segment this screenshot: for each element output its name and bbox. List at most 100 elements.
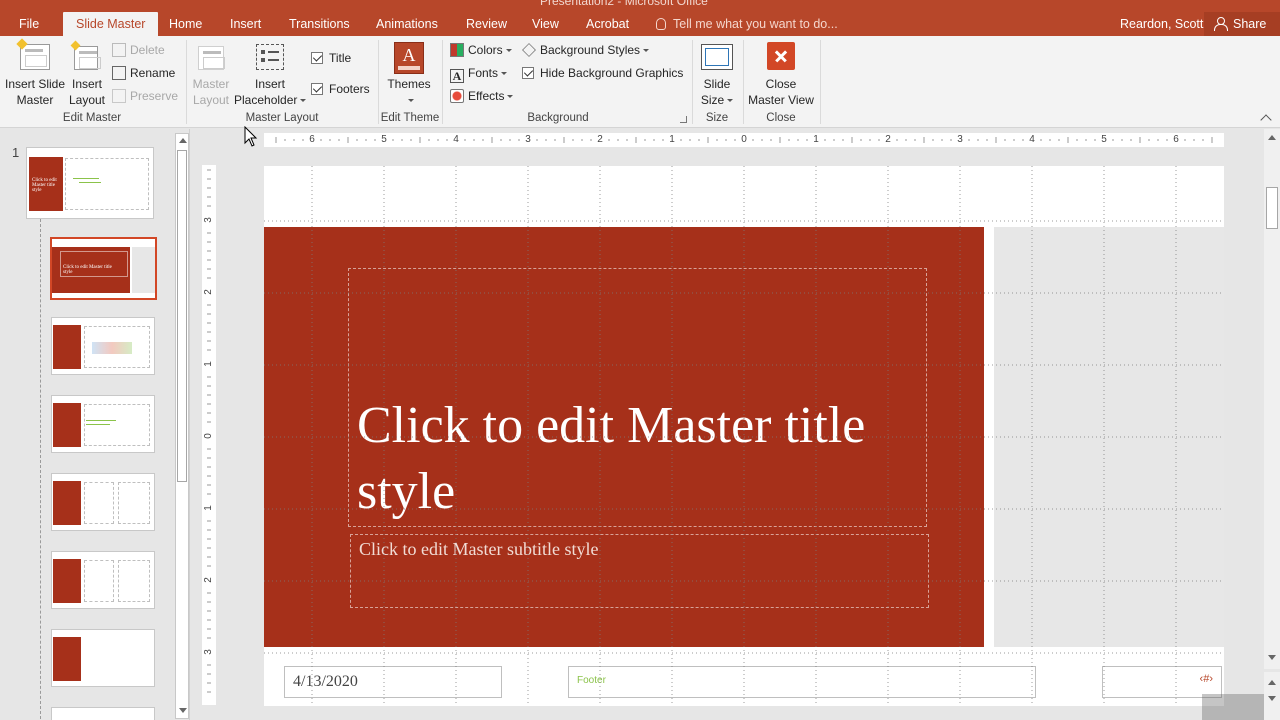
footer-text[interactable]: Footer (577, 675, 606, 686)
tab-review[interactable]: Review (466, 12, 507, 36)
ruler-label: 1 (203, 501, 215, 515)
ruler-label: 3 (203, 213, 215, 227)
tab-insert[interactable]: Insert (230, 12, 261, 36)
master-layout-icon (198, 46, 225, 70)
slide-subtitle[interactable]: Click to edit Master subtitle style (359, 539, 598, 560)
ruler-label: 3 (521, 133, 535, 147)
tab-acrobat[interactable]: Acrobat (586, 12, 629, 36)
insert-slide-master-button[interactable]: Insert Slide Master (4, 38, 66, 108)
ribbon: Insert Slide Master Insert Layout Delete… (0, 36, 1280, 128)
layout-thumbnail-title-slide[interactable]: Click to edit Master title style (50, 237, 157, 300)
effects-icon (450, 89, 464, 103)
effects-label: Effects (468, 89, 505, 103)
chevron-down-icon (643, 49, 650, 52)
slide-number-label: 1 (12, 145, 20, 160)
ruler-label: 6 (305, 133, 319, 147)
close-master-view-button[interactable]: Close Master View (746, 42, 816, 108)
colors-icon (450, 43, 464, 57)
person-icon (1214, 17, 1228, 31)
tab-home[interactable]: Home (169, 12, 202, 36)
themes-button[interactable]: A Themes (384, 42, 434, 108)
layout-thumbnail-6[interactable] (51, 551, 155, 609)
next-slide-icon[interactable] (1268, 696, 1276, 701)
thumbnail-scrollbar[interactable] (175, 133, 189, 719)
date-placeholder[interactable]: 4/13/2020 (284, 666, 502, 698)
footers-checkbox[interactable]: Footers (311, 80, 370, 98)
scrollbar-thumb[interactable] (177, 150, 187, 482)
scrollbar-thumb[interactable] (1266, 187, 1278, 229)
dialog-launcher-icon[interactable] (680, 116, 687, 123)
delete-button[interactable]: Delete (112, 41, 165, 59)
insert-placeholder-button[interactable]: Insert Placeholder (234, 42, 307, 108)
side-panel (994, 227, 1224, 647)
tell-me-box[interactable]: Tell me what you want to do... (656, 12, 838, 36)
preserve-button[interactable]: Preserve (112, 87, 178, 105)
group-master-layout-label: Master Layout (245, 112, 319, 124)
themes-label: Themes (387, 77, 431, 91)
subtitle-placeholder[interactable]: Click to edit Master subtitle style (350, 534, 929, 608)
colors-button[interactable]: Colors (450, 41, 512, 59)
background-styles-button[interactable]: Background Styles (522, 41, 650, 59)
slide-scrollbar[interactable] (1264, 129, 1280, 669)
ruler-label: 6 (1169, 133, 1183, 147)
tab-file[interactable]: File (19, 12, 39, 36)
tab-animations[interactable]: Animations (376, 12, 438, 36)
slide-size-label-1: Slide (703, 77, 731, 91)
title-checkbox-label: Title (329, 51, 352, 65)
user-name[interactable]: Reardon, Scott (1120, 12, 1203, 36)
insert-slide-master-label-1: Insert Slide (4, 77, 66, 91)
master-slide-thumbnail[interactable]: Click to edit Master title style (26, 147, 154, 219)
video-overlay-controls (1202, 694, 1264, 720)
slide-title[interactable]: Click to edit Master title style (357, 393, 917, 525)
master-layout-button[interactable]: Master Layout (188, 42, 234, 108)
scroll-down-icon[interactable] (179, 708, 187, 713)
prev-next-slide-buttons[interactable] (1264, 672, 1280, 720)
slide-size-button[interactable]: Slide Size (696, 42, 738, 108)
hide-background-graphics-checkbox[interactable]: Hide Background Graphics (522, 64, 683, 82)
insert-layout-button[interactable]: Insert Layout (66, 40, 108, 108)
mouse-pointer-icon (244, 126, 258, 147)
scroll-down-icon[interactable] (1268, 655, 1276, 660)
group-edit-master-label: Edit Master (62, 112, 122, 124)
title-placeholder[interactable]: Click to edit Master title style (348, 268, 927, 527)
effects-button[interactable]: Effects (450, 87, 514, 105)
horizontal-ruler: 6 5 4 3 2 1 0 1 2 3 4 5 6 (264, 133, 1224, 147)
scroll-up-icon[interactable] (179, 138, 187, 143)
group-edit-theme-label: Edit Theme (380, 112, 440, 124)
layout-thumbnail-8[interactable] (51, 707, 155, 720)
rename-button[interactable]: Rename (112, 64, 175, 82)
paint-bucket-icon (522, 43, 536, 57)
insert-placeholder-label-2: Placeholder (234, 93, 298, 107)
tab-view[interactable]: View (532, 12, 559, 36)
layout-thumbnail-4[interactable] (51, 395, 155, 453)
slide-canvas[interactable]: Click to edit Master title style Click t… (264, 166, 1224, 706)
checkbox-checked-icon (311, 52, 323, 64)
collapse-ribbon-icon[interactable] (1260, 114, 1272, 126)
tab-slide-master[interactable]: Slide Master (63, 12, 159, 36)
master-layout-label-1: Master (192, 77, 230, 91)
group-separator (743, 40, 744, 124)
ruler-label: 5 (377, 133, 391, 147)
tab-transitions[interactable]: Transitions (289, 12, 350, 36)
date-text[interactable]: 4/13/2020 (293, 673, 358, 691)
layout-thumbnail-3[interactable] (51, 317, 155, 375)
slide-number-text[interactable]: ‹#› (1200, 673, 1213, 685)
chevron-down-icon (727, 99, 734, 102)
insert-layout-label-1: Insert (71, 77, 102, 91)
share-button[interactable]: Share (1204, 12, 1280, 36)
ruler-label: 2 (881, 133, 895, 147)
footer-placeholder[interactable]: Footer (568, 666, 1036, 698)
insert-slide-master-label-2: Master (16, 93, 54, 107)
ruler-label: 1 (665, 133, 679, 147)
title-checkbox[interactable]: Title (311, 49, 351, 67)
chevron-down-icon (407, 99, 414, 102)
layout-thumbnail-7[interactable] (51, 629, 155, 687)
ribbon-tab-bar: Presentation2 - Microsoft Office File Sl… (0, 0, 1280, 36)
rename-icon (112, 66, 126, 80)
previous-slide-icon[interactable] (1268, 680, 1276, 685)
layout-thumbnail-5[interactable] (51, 473, 155, 531)
themes-icon: A (394, 42, 424, 74)
fonts-button[interactable]: A Fonts (450, 64, 508, 83)
scroll-up-icon[interactable] (1268, 135, 1276, 140)
lightbulb-icon (656, 18, 666, 30)
